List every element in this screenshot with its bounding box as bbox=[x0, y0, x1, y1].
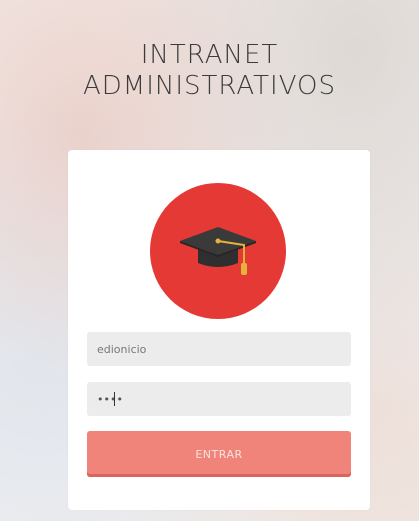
avatar bbox=[150, 183, 286, 319]
page-title: INTRANET ADMINISTRATIVOS bbox=[0, 40, 419, 102]
title-line-2: ADMINISTRATIVOS bbox=[82, 71, 337, 101]
title-line-1: INTRANET bbox=[140, 40, 279, 70]
graduation-cap-icon bbox=[180, 227, 256, 275]
login-card: ENTRAR bbox=[68, 150, 370, 510]
username-input[interactable] bbox=[87, 332, 351, 366]
login-button[interactable]: ENTRAR bbox=[87, 431, 351, 477]
password-input[interactable] bbox=[87, 382, 351, 416]
text-cursor bbox=[114, 392, 115, 406]
